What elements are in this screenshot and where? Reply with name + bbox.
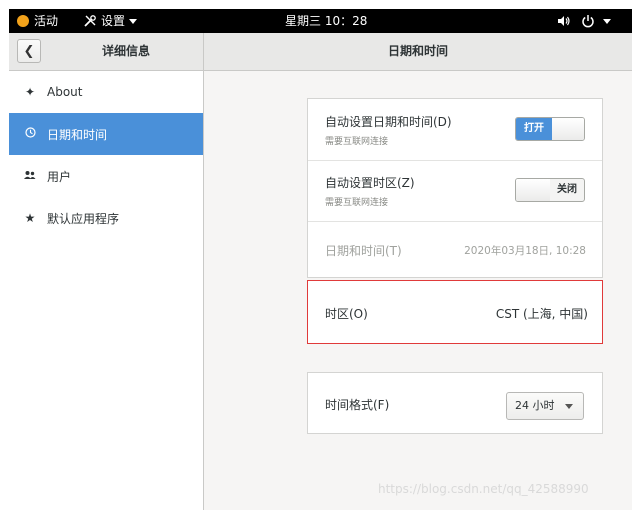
system-menu-button[interactable] <box>557 9 611 33</box>
back-button[interactable]: ❮ <box>17 39 41 63</box>
time-format-panel: 时间格式(F) 24 小时 <box>307 372 603 434</box>
sidebar-title: 详细信息 <box>101 44 150 58</box>
timezone-row[interactable]: 时区(O) CST (上海, 中国) <box>307 280 603 344</box>
sidebar-item-label: 日期和时间 <box>47 127 108 142</box>
activities-label: 活动 <box>34 14 59 28</box>
sidebar: ✦ About 日期和时间 用户 ★ 默认应用程序 <box>9 71 204 510</box>
header-bar: ❮ 详细信息 日期和时间 <box>9 33 632 71</box>
page-title: 日期和时间 <box>387 44 448 58</box>
tools-icon <box>84 15 96 27</box>
auto-datetime-switch[interactable]: 打开 <box>515 117 585 141</box>
activities-icon <box>17 15 29 27</box>
sidebar-item-label: 用户 <box>47 169 72 184</box>
sidebar-item-about[interactable]: ✦ About <box>9 71 203 113</box>
users-icon <box>23 169 37 183</box>
datetime-value: 2020年03月18日, 10:28 <box>464 245 586 257</box>
clock-icon <box>23 127 37 141</box>
switch-knob <box>552 118 584 140</box>
star-icon: ✦ <box>24 85 36 99</box>
clock-button[interactable]: 星期三 10：28 <box>285 9 367 33</box>
sidebar-item-label: 默认应用程序 <box>47 211 120 226</box>
sidebar-item-label: About <box>47 85 83 99</box>
time-format-label: 时间格式(F) <box>325 398 390 412</box>
switch-on-label: 打开 <box>516 118 552 140</box>
auto-timezone-title: 自动设置时区(Z) <box>325 176 415 190</box>
sidebar-item-default-apps[interactable]: ★ 默认应用程序 <box>9 197 203 239</box>
auto-timezone-switch[interactable]: 关闭 <box>515 178 585 202</box>
auto-datetime-subtitle: 需要互联网连接 <box>325 137 389 147</box>
chevron-down-icon <box>129 18 138 24</box>
auto-datetime-row: 自动设置日期和时间(D) 需要互联网连接 打开 <box>308 99 602 161</box>
time-format-value: 24 小时 <box>515 399 555 412</box>
auto-timezone-row: 自动设置时区(Z) 需要互联网连接 关闭 <box>308 160 602 222</box>
sidebar-item-date-time[interactable]: 日期和时间 <box>9 113 203 155</box>
screen: 活动 设置 星期三 10：28 ❮ 详细信息 日期和时间 ✦ About 日期和… <box>9 9 632 510</box>
sidebar-item-users[interactable]: 用户 <box>9 155 203 197</box>
watermark: https://blog.csdn.net/qq_42588990 <box>378 482 589 496</box>
auto-timezone-subtitle: 需要互联网连接 <box>325 198 389 208</box>
app-menu-button[interactable]: 设置 <box>83 9 138 33</box>
power-icon <box>582 15 594 28</box>
volume-icon <box>558 16 570 26</box>
auto-datetime-title: 自动设置日期和时间(D) <box>325 115 452 129</box>
switch-off-label: 关闭 <box>557 184 577 195</box>
app-menu-label: 设置 <box>101 14 126 28</box>
timezone-label: 时区(O) <box>325 307 368 321</box>
star-icon: ★ <box>24 211 36 225</box>
chevron-down-icon <box>565 404 573 409</box>
activities-button[interactable]: 活动 <box>17 9 58 33</box>
timezone-value: CST (上海, 中国) <box>495 307 588 321</box>
datetime-label: 日期和时间(T) <box>325 244 402 258</box>
clock-label: 星期三 10：28 <box>285 14 368 28</box>
time-format-dropdown[interactable]: 24 小时 <box>506 392 584 420</box>
chevron-left-icon: ❮ <box>23 43 35 59</box>
datetime-row[interactable]: 日期和时间(T) 2020年03月18日, 10:28 <box>308 221 602 278</box>
switch-knob <box>516 179 550 201</box>
chevron-down-icon <box>603 18 611 24</box>
datetime-settings-panel: 自动设置日期和时间(D) 需要互联网连接 打开 自动设置时区(Z) 需要互联网连… <box>307 98 603 278</box>
top-bar: 活动 设置 星期三 10：28 <box>9 9 632 33</box>
